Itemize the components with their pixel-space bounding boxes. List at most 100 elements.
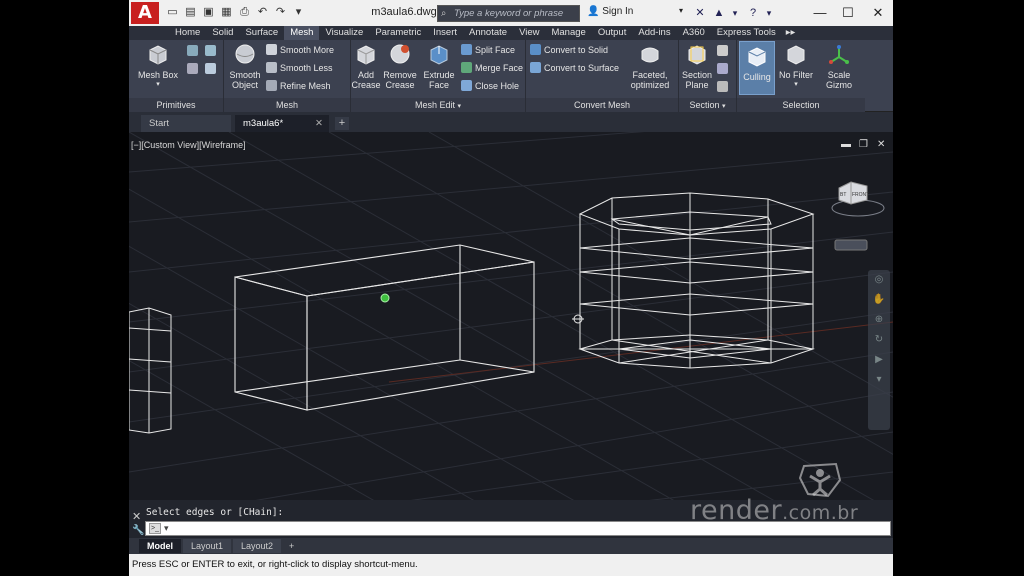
tab-visualize[interactable]: Visualize — [319, 26, 369, 40]
chevron-down-icon[interactable]: ▾ — [727, 5, 743, 21]
tab-parametric[interactable]: Parametric — [369, 26, 427, 40]
panel-label-mesh-edit[interactable]: Mesh Edit ▾ — [351, 98, 525, 112]
undo-icon[interactable]: ↶ — [255, 5, 270, 20]
command-prompt-icon[interactable]: >_ — [149, 523, 161, 534]
tab-solid[interactable]: Solid — [206, 26, 239, 40]
pan-icon[interactable]: ✋ — [868, 290, 890, 310]
exchange-icon[interactable]: ✕ — [692, 5, 708, 21]
wcs-menu[interactable] — [834, 239, 868, 251]
mesh-cylinder-button[interactable] — [187, 62, 201, 76]
navbar-menu-icon[interactable]: ▾ — [868, 370, 890, 390]
orbit-icon[interactable]: ↻ — [868, 330, 890, 350]
viewport-close-icon[interactable]: ✕ — [877, 139, 885, 150]
convert-to-surface-button[interactable]: Convert to Surface — [530, 61, 619, 75]
add-crease-button[interactable]: Add Crease — [351, 43, 381, 90]
wrench-icon[interactable]: 🔧 — [132, 525, 144, 536]
qat-dropdown-icon[interactable]: ▾ — [291, 5, 306, 20]
tab-model[interactable]: Model — [139, 539, 181, 553]
panel-label-primitives[interactable]: Primitives — [129, 98, 223, 112]
gizmo-grip[interactable] — [380, 293, 390, 303]
smooth-object-button[interactable]: Smooth Object — [226, 43, 264, 90]
close-button[interactable]: ✕ — [867, 3, 889, 23]
chevron-down-icon[interactable]: ▾ — [164, 522, 169, 535]
merge-face-label: Merge Face — [475, 63, 524, 73]
tab-view[interactable]: View — [513, 26, 545, 40]
drawing-viewport[interactable]: BT FRONT [−][Custom View][Wireframe] ▬ ❐… — [129, 132, 893, 500]
smooth-less-button[interactable]: Smooth Less — [266, 61, 333, 75]
section-plane-button[interactable]: Section Plane — [679, 43, 715, 90]
split-face-button[interactable]: Split Face — [461, 43, 515, 57]
section-plane-label: Section Plane — [681, 70, 713, 90]
panel-label-section[interactable]: Section ▾ — [679, 98, 736, 112]
scale-gizmo-label: Scale Gizmo — [825, 70, 852, 90]
mesh-torus-button[interactable] — [205, 62, 219, 76]
section-label: Section — [689, 100, 720, 110]
new-tab-button[interactable]: + — [335, 117, 349, 130]
new-icon[interactable]: ▭ — [165, 5, 180, 20]
tab-annotate[interactable]: Annotate — [463, 26, 513, 40]
mesh-cone-button[interactable] — [187, 44, 201, 58]
split-face-icon — [461, 44, 472, 55]
refine-mesh-button[interactable]: Refine Mesh — [266, 79, 331, 93]
section-small-button-2[interactable] — [717, 62, 731, 76]
application-menu-button[interactable]: A — [131, 2, 159, 24]
a360-icon[interactable]: ▲ — [711, 5, 727, 21]
print-icon[interactable]: ⎙ — [237, 5, 252, 20]
convert-to-surface-icon — [530, 62, 541, 73]
sign-in-button[interactable]: 👤 Sign In — [587, 6, 633, 17]
search-input[interactable]: ⌕ Type a keyword or phrase — [437, 5, 580, 22]
maximize-button[interactable]: ☐ — [837, 3, 859, 23]
tab-layout2[interactable]: Layout2 — [233, 539, 282, 553]
tab-layout1[interactable]: Layout1 — [183, 539, 232, 553]
minimize-button[interactable]: — — [809, 3, 831, 23]
chevron-down-icon[interactable]: ▾ — [679, 6, 683, 15]
mesh-box-button[interactable]: Mesh Box ▾ — [135, 43, 181, 90]
no-filter-dropdown[interactable]: No Filter ▾ — [777, 43, 815, 90]
section-small-button-3[interactable] — [717, 80, 731, 94]
ribbon-overflow-button[interactable]: ▸▸ — [782, 26, 800, 40]
viewcube[interactable]: BT FRONT — [831, 181, 885, 251]
tab-insert[interactable]: Insert — [427, 26, 463, 40]
smooth-more-button[interactable]: Smooth More — [266, 43, 334, 57]
extrude-face-button[interactable]: Extrude Face — [421, 43, 457, 90]
section-small-button[interactable] — [717, 44, 731, 58]
partial-mesh-wireframe[interactable] — [129, 307, 172, 434]
panel-label-mesh[interactable]: Mesh — [224, 98, 350, 112]
merge-face-icon — [461, 62, 472, 73]
tab-mesh[interactable]: Mesh — [284, 26, 320, 40]
merge-face-button[interactable]: Merge Face — [461, 61, 523, 75]
tab-m3aula6[interactable]: m3aula6* ✕ — [235, 115, 329, 132]
chevron-down-icon[interactable]: ▾ — [761, 5, 777, 21]
add-layout-button[interactable]: + — [281, 539, 302, 553]
viewport-restore-icon[interactable]: ❐ — [859, 139, 868, 150]
tab-start[interactable]: Start — [141, 115, 231, 132]
redo-icon[interactable]: ↷ — [273, 5, 288, 20]
tab-home[interactable]: Home — [169, 26, 206, 40]
tab-output[interactable]: Output — [592, 26, 633, 40]
mesh-box-icon — [149, 45, 167, 65]
tab-a360[interactable]: A360 — [677, 26, 711, 40]
steering-wheel-icon[interactable]: ◎ — [868, 270, 890, 290]
close-hole-button[interactable]: Close Hole — [461, 79, 519, 93]
culling-button[interactable]: Culling — [739, 41, 775, 95]
tab-manage[interactable]: Manage — [545, 26, 591, 40]
close-icon[interactable]: ✕ — [132, 510, 141, 523]
scale-gizmo-dropdown[interactable]: Scale Gizmo — [821, 43, 857, 90]
open-icon[interactable]: ▤ — [183, 5, 198, 20]
drawing-canvas[interactable]: BT FRONT — [129, 132, 893, 500]
tab-add-ins[interactable]: Add-ins — [632, 26, 676, 40]
showmotion-icon[interactable]: ▶ — [868, 350, 890, 370]
zoom-icon[interactable]: ⊕ — [868, 310, 890, 330]
close-icon[interactable]: ✕ — [315, 115, 323, 132]
viewport-controls-label[interactable]: [−][Custom View][Wireframe] — [131, 140, 246, 150]
save-icon[interactable]: ▣ — [201, 5, 216, 20]
tab-surface[interactable]: Surface — [239, 26, 284, 40]
tab-express-tools[interactable]: Express Tools — [711, 26, 782, 40]
viewport-minimize-icon[interactable]: ▬ — [841, 139, 851, 150]
remove-crease-button[interactable]: Remove Crease — [381, 43, 419, 90]
mesh-wedge-button[interactable] — [205, 44, 219, 58]
saveas-icon[interactable]: ▦ — [219, 5, 234, 20]
faceted-optimized-dropdown[interactable]: Faceted, optimized — [624, 43, 676, 90]
help-icon[interactable]: ? — [745, 5, 761, 21]
convert-to-solid-button[interactable]: Convert to Solid — [530, 43, 608, 57]
